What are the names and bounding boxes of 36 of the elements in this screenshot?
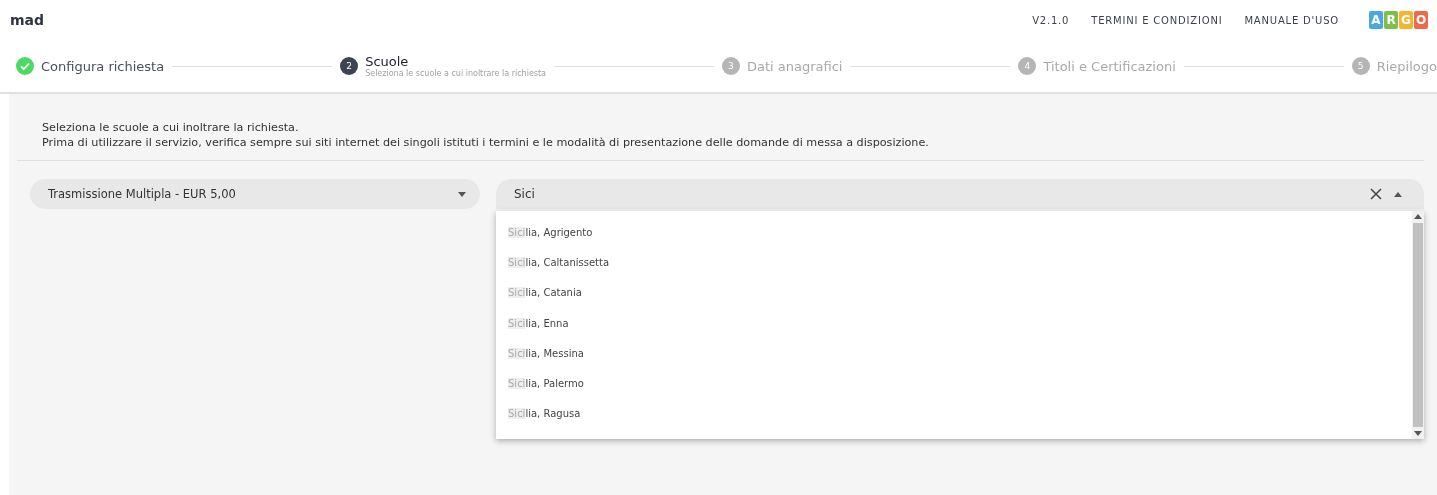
dropdown-option[interactable]: Sicilia, Palermo xyxy=(496,368,1412,399)
search-input[interactable]: Sici xyxy=(514,187,1358,201)
header-link[interactable]: MANUALE D'USO xyxy=(1244,14,1339,26)
close-icon[interactable] xyxy=(1370,188,1382,200)
step-sublabel: Seleziona le scuole a cui inoltrare la richiesta xyxy=(365,69,546,78)
step-number: 5 xyxy=(1351,57,1370,75)
header-link[interactable]: TERMINI E CONDIZIONI xyxy=(1091,14,1223,26)
scroll-down-icon xyxy=(1414,431,1422,436)
dropdown-option[interactable]: Sicilia, Messina xyxy=(496,338,1412,369)
logo-letter: O xyxy=(1414,11,1428,29)
step-number: 2 xyxy=(340,57,359,75)
step-number: 3 xyxy=(721,57,740,75)
step-number: 4 xyxy=(1018,57,1037,75)
intro-text: Prima di utilizzare il servizio, verifica sempre sui siti internet dei singoli istituti i termini e le modalità di presentazione delle domande di messa a disposizione. xyxy=(42,135,930,150)
step-label: Configura richiesta xyxy=(41,58,165,74)
dropdown-option[interactable]: Sicilia, Catania xyxy=(496,277,1412,308)
dropdown-option[interactable]: Sicilia, Agrigento xyxy=(496,217,1412,248)
step-label: Dati anagrafici xyxy=(746,58,843,74)
transmission-select[interactable]: Trasmissione Multipla - EUR 5,00 xyxy=(30,179,480,209)
dropdown-option[interactable]: Sicilia, Ragusa xyxy=(496,398,1412,430)
logo-letter: G xyxy=(1399,11,1413,29)
caret-icon xyxy=(1394,191,1402,197)
app-name: mad xyxy=(10,12,45,28)
header-link[interactable]: V2.1.0 xyxy=(1032,14,1070,26)
school-search-combobox[interactable]: Sici xyxy=(496,179,1424,209)
step-label: Riepilogo xyxy=(1376,58,1437,74)
step-label: Scuole xyxy=(365,54,410,69)
dropdown-option[interactable]: Sicilia, Enna xyxy=(496,307,1412,339)
scrollbar[interactable] xyxy=(1412,211,1424,439)
step-label: Titoli e Certificazioni xyxy=(1043,58,1176,74)
logo-letter: R xyxy=(1384,11,1398,29)
logo-letter: A xyxy=(1369,11,1383,29)
scroll-up-icon xyxy=(1414,214,1422,219)
intro-text: Seleziona le scuole a cui inoltrare la richiesta. xyxy=(42,120,300,135)
caret-icon xyxy=(458,191,466,197)
dropdown-option[interactable]: Sicilia, Caltanissetta xyxy=(496,247,1412,278)
